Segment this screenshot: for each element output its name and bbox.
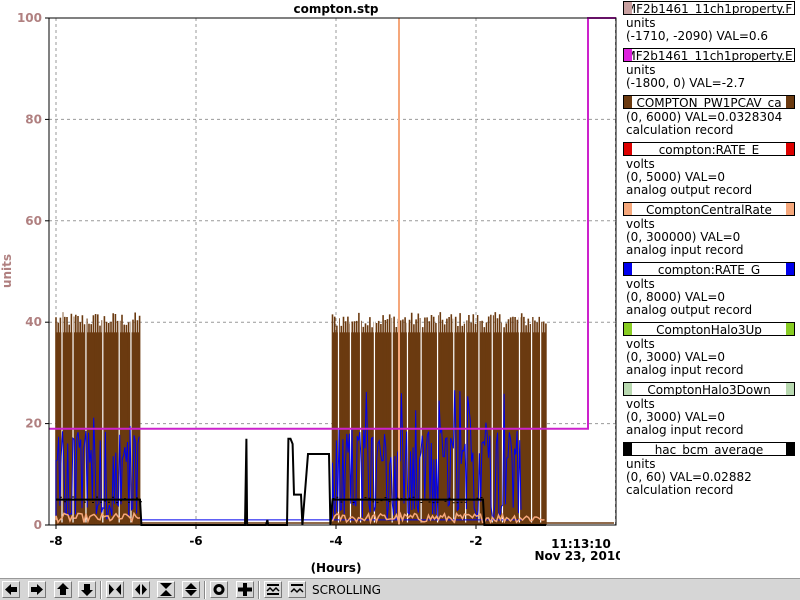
toolbar-separator: [100, 581, 102, 599]
series-layer: [49, 17, 616, 526]
y-tick-label: 60: [25, 214, 42, 228]
legend-color-swatch: [624, 383, 632, 395]
arrow-down-icon: [81, 584, 93, 596]
scroll-right-button[interactable]: [28, 581, 46, 598]
legend-entry-name[interactable]: hac_bcm_average: [623, 442, 795, 456]
expand-y-button[interactable]: [182, 581, 200, 598]
legend-entry-label: COMPTON_PW1PCAV_ca: [636, 96, 782, 109]
legend-color-swatch: [786, 323, 794, 335]
legend-color-swatch: [624, 143, 632, 155]
scrolling-icon: [290, 584, 304, 594]
scroll-left-button[interactable]: [2, 581, 20, 598]
chart-title: compton.stp: [293, 2, 378, 16]
x-axis-label: (Hours): [311, 561, 362, 575]
legend-entry-label: ComptonHalo3Up: [656, 323, 762, 336]
plus-icon: [238, 583, 252, 596]
legend-color-swatch: [624, 96, 632, 108]
x-tick-label: -4: [329, 534, 342, 548]
x-tick-label: -8: [49, 534, 62, 548]
y-axis-label: units: [0, 254, 14, 288]
x-tick-label: -2: [469, 534, 482, 548]
legend-entry-label: ComptonCentralRate: [646, 203, 772, 216]
zoom-circle-icon: [213, 584, 225, 595]
mode-status-label: SCROLLING: [312, 583, 381, 597]
legend-entry-label: hac_bcm_average: [654, 443, 764, 456]
legend-entry-name[interactable]: ComptonCentralRate: [623, 202, 795, 216]
legend-color-swatch: [786, 203, 794, 215]
scrolling-button[interactable]: [288, 581, 306, 598]
legend-color-swatch: [786, 383, 794, 395]
compress-horizontal-icon: [109, 584, 121, 595]
legend-entry-detail: analog output record: [626, 183, 753, 197]
legend-color-swatch: [624, 323, 632, 335]
legend-entry-label: compton:RATE_E: [658, 143, 760, 156]
x-tick-label: -6: [189, 534, 202, 548]
compress-vertical-icon: [160, 583, 172, 596]
legend-entry-label: MF2b1461_11ch1property.E: [625, 49, 793, 62]
legend-entry-name[interactable]: COMPTON_PW1PCAV_ca: [623, 95, 795, 109]
legend-color-swatch: [786, 143, 794, 155]
legend-entry-detail: analog input record: [626, 243, 744, 257]
toolbar: SCROLLING: [0, 578, 800, 600]
legend-color-swatch: [624, 263, 632, 275]
zoom-in-button[interactable]: [236, 581, 254, 598]
legend-color-swatch: [786, 443, 794, 455]
legend-color-swatch: [624, 203, 632, 215]
end-date-label: Nov 23, 2010: [534, 549, 620, 563]
legend-entry-name[interactable]: compton:RATE_G: [623, 262, 795, 276]
y-tick-label: 0: [34, 518, 42, 532]
compress-y-button[interactable]: [157, 581, 175, 598]
legend-entry-label: compton:RATE_G: [657, 263, 761, 276]
expand-vertical-icon: [185, 583, 197, 596]
legend-entry-detail: (-1800, 0) VAL=-2.7: [626, 76, 746, 90]
legend-color-swatch: [624, 443, 632, 455]
legend: MF2b1461_11ch1property.F units (-1710, -20…: [621, 0, 800, 578]
legend-entry-label: MF2b1461_11ch1property.F: [625, 2, 793, 15]
y-tick-label: 40: [25, 315, 42, 329]
legend-entry-label: ComptonHalo3Down: [647, 383, 771, 396]
toolbar-separator: [204, 581, 206, 599]
y-tick-label: 20: [25, 417, 42, 431]
expand-x-button[interactable]: [132, 581, 150, 598]
legend-color-swatch: [624, 2, 632, 14]
legend-entry-name[interactable]: ComptonHalo3Down: [623, 382, 795, 396]
legend-entry-detail: analog output record: [626, 303, 753, 317]
legend-entry-name[interactable]: MF2b1461_11ch1property.E: [623, 48, 795, 62]
scroll-down-button[interactable]: [78, 581, 96, 598]
arrow-right-icon: [31, 584, 43, 595]
legend-entry-name[interactable]: compton:RATE_E: [623, 142, 795, 156]
scroll-up-button[interactable]: [54, 581, 72, 598]
legend-color-swatch: [624, 49, 632, 61]
legend-color-swatch: [786, 96, 794, 108]
y-tick-label: 80: [25, 112, 42, 126]
legend-color-swatch: [786, 263, 794, 275]
legend-entry-detail: (-1710, -2090) VAL=0.6: [626, 29, 769, 43]
zoom-out-button[interactable]: [210, 581, 228, 598]
strip-chart-plot[interactable]: 0 20 40 60 80 100 -8 -6 -4 -2 compton.stp units (…: [0, 0, 620, 578]
arrow-left-icon: [5, 584, 17, 595]
autoscale-icon: [266, 584, 280, 595]
legend-entry-name[interactable]: ComptonHalo3Up: [623, 322, 795, 336]
autoscale-button[interactable]: [264, 581, 282, 598]
legend-entry-detail: calculation record: [626, 123, 734, 137]
y-tick-label: 100: [17, 11, 42, 25]
expand-horizontal-icon: [135, 584, 147, 595]
legend-entry-name[interactable]: MF2b1461_11ch1property.F: [623, 1, 795, 15]
arrow-up-icon: [57, 583, 69, 595]
legend-entry-detail: calculation record: [626, 483, 734, 497]
compress-x-button[interactable]: [106, 581, 124, 598]
legend-entry-detail: analog input record: [626, 363, 744, 377]
toolbar-separator: [258, 581, 260, 599]
legend-entry-detail: analog input record: [626, 423, 744, 437]
